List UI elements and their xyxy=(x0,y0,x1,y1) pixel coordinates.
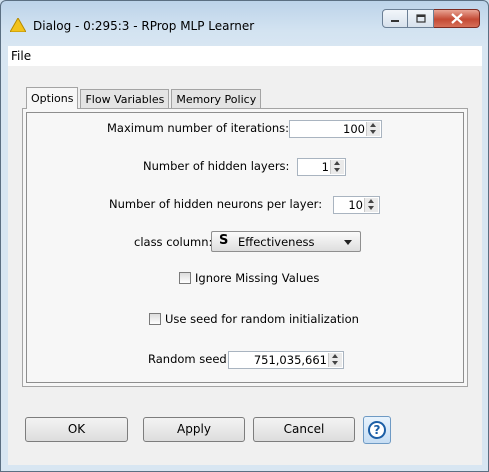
spinner-down-icon[interactable] xyxy=(367,129,380,136)
dialog-body: Options Flow Variables Memory Policy Max… xyxy=(8,66,482,465)
max-iterations-value: 100 xyxy=(343,122,365,136)
max-iterations-label: Maximum number of iterations: xyxy=(107,121,290,135)
hidden-layers-label: Number of hidden layers: xyxy=(143,159,290,173)
close-icon xyxy=(450,13,463,24)
ok-button[interactable]: OK xyxy=(25,417,128,442)
spinner-down-icon[interactable] xyxy=(329,360,342,367)
tab-strip: Options Flow Variables Memory Policy xyxy=(26,86,263,109)
string-type-icon: S xyxy=(219,233,229,248)
use-seed-label[interactable]: Use seed for random initialization xyxy=(165,312,359,326)
max-iterations-spinner[interactable]: 100 xyxy=(289,120,382,138)
class-column-value: Effectiveness xyxy=(238,235,315,249)
random-seed-spinner[interactable]: 751,035,661 xyxy=(228,351,344,369)
hidden-neurons-value: 10 xyxy=(348,198,363,212)
spinner-down-icon[interactable] xyxy=(331,167,344,174)
maximize-icon xyxy=(415,14,426,23)
chevron-down-icon xyxy=(344,240,352,245)
ignore-missing-checkbox[interactable] xyxy=(179,272,191,284)
apply-button[interactable]: Apply xyxy=(143,417,245,442)
warning-triangle-icon xyxy=(10,18,26,32)
tab-options[interactable]: Options xyxy=(26,87,79,109)
hidden-neurons-spinner[interactable]: 10 xyxy=(333,196,380,214)
class-column-label: class column: xyxy=(134,235,213,249)
hidden-neurons-label: Number of hidden neurons per layer: xyxy=(109,197,323,211)
options-panel: Maximum number of iterations: 100 Number… xyxy=(22,108,468,387)
use-seed-checkbox[interactable] xyxy=(149,313,161,325)
ignore-missing-label[interactable]: Ignore Missing Values xyxy=(195,271,319,285)
help-icon: ? xyxy=(368,421,386,439)
random-seed-label: Random seed xyxy=(148,352,227,366)
maximize-button[interactable] xyxy=(408,9,434,28)
hidden-layers-spinner[interactable]: 1 xyxy=(297,158,346,176)
tab-memory-policy[interactable]: Memory Policy xyxy=(171,89,262,108)
close-button[interactable] xyxy=(434,9,480,28)
window-controls xyxy=(382,9,480,29)
menu-file[interactable]: File xyxy=(11,49,31,63)
tab-flow-variables[interactable]: Flow Variables xyxy=(80,89,170,108)
spinner-arrows[interactable] xyxy=(366,122,380,136)
window-title: Dialog - 0:295:3 - RProp MLP Learner xyxy=(33,19,255,33)
dialog-window: Dialog - 0:295:3 - RProp MLP Learner Fil… xyxy=(0,0,489,472)
minimize-button[interactable] xyxy=(382,9,408,28)
spinner-arrows[interactable] xyxy=(364,198,378,212)
title-bar[interactable]: Dialog - 0:295:3 - RProp MLP Learner xyxy=(1,1,488,47)
class-column-select[interactable]: S Effectiveness xyxy=(211,231,361,252)
spinner-arrows[interactable] xyxy=(330,160,344,174)
help-button[interactable]: ? xyxy=(363,416,391,444)
spinner-arrows[interactable] xyxy=(328,353,342,367)
spinner-down-icon[interactable] xyxy=(365,205,378,212)
cancel-button[interactable]: Cancel xyxy=(253,417,355,442)
minimize-icon xyxy=(391,19,399,22)
random-seed-value: 751,035,661 xyxy=(253,353,327,367)
hidden-layers-value: 1 xyxy=(321,160,329,174)
menu-bar: File xyxy=(8,46,482,67)
